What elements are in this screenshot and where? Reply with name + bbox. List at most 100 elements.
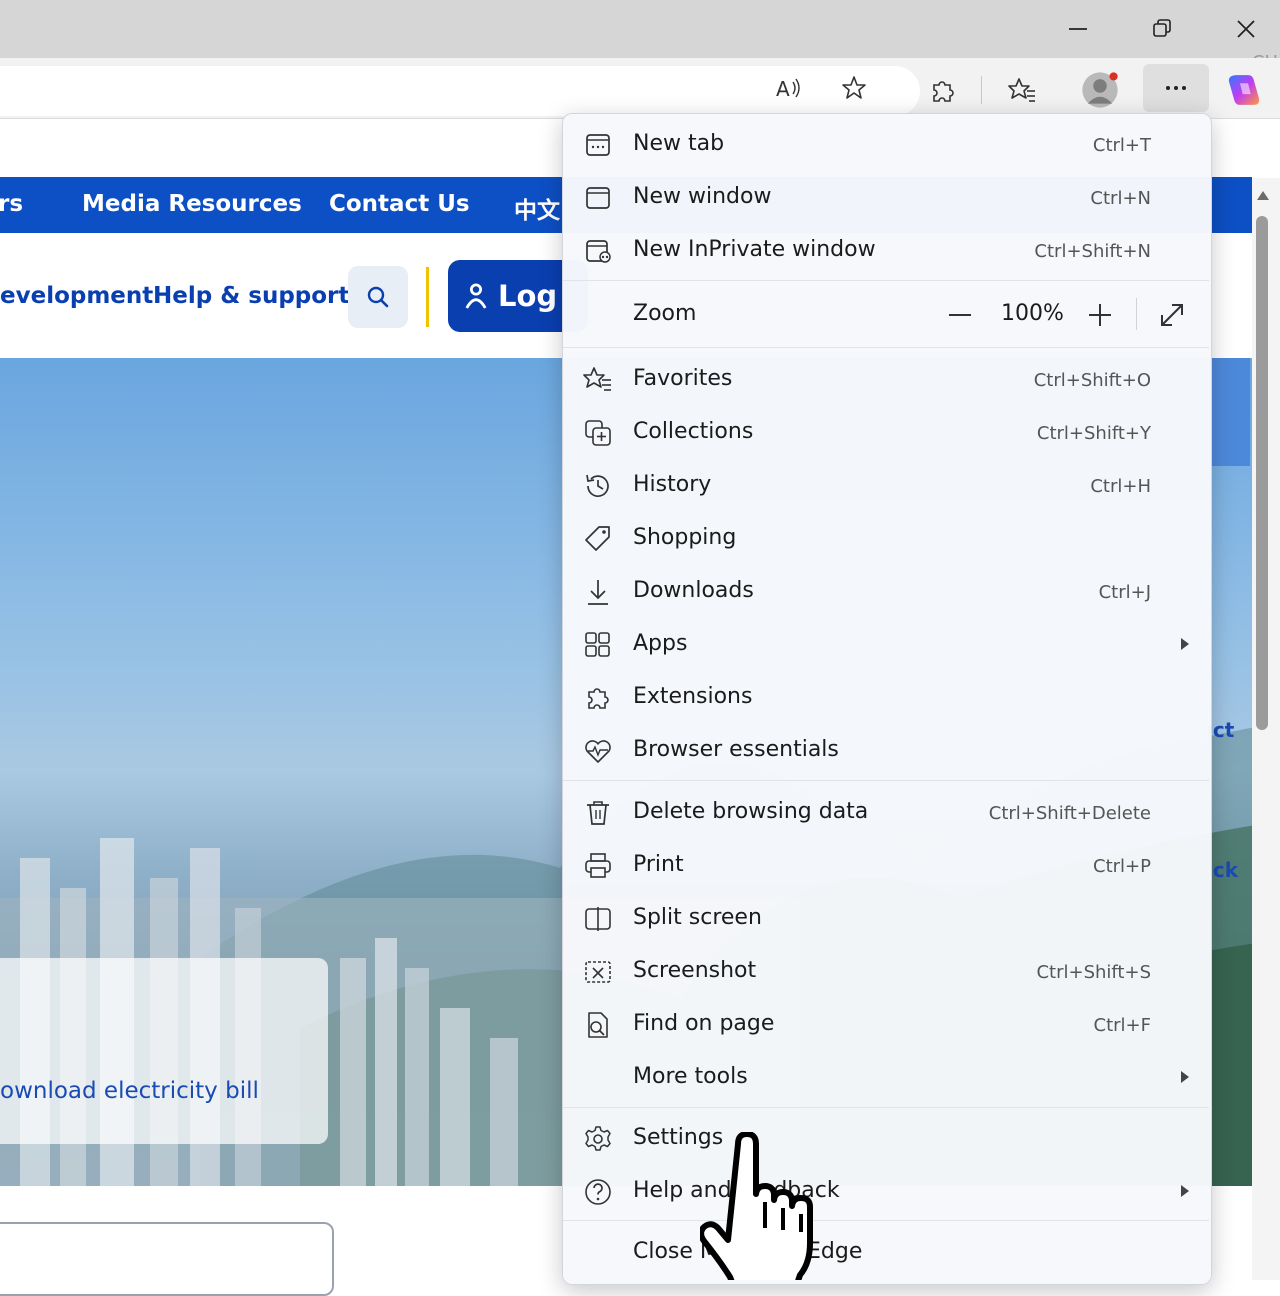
apps-icon [583, 630, 613, 660]
browser-toolbar: A [0, 58, 1280, 119]
menu-item-new-window[interactable]: New window Ctrl+N [563, 171, 1209, 223]
favorite-star-icon [842, 76, 866, 99]
screenshot-icon [583, 957, 613, 987]
zoom-separator [1136, 298, 1137, 330]
menu-separator [563, 780, 1209, 781]
scrollbar-thumb[interactable] [1256, 216, 1268, 730]
menu-item-screenshot[interactable]: Screenshot Ctrl+Shift+S [563, 945, 1209, 997]
heart-pulse-icon [583, 736, 613, 766]
menu-item-apps[interactable]: Apps [563, 618, 1209, 670]
extensions-icon [933, 81, 954, 102]
zoom-out-icon[interactable] [945, 300, 975, 330]
menu-item-new-inprivate-window[interactable]: New InPrivate window Ctrl+Shift+N [563, 224, 1209, 276]
copilot-button[interactable] [1222, 68, 1266, 112]
sub-nav-link-help-support[interactable]: Help & support [153, 283, 349, 309]
inprivate-window-icon [583, 236, 613, 266]
zoom-in-icon[interactable] [1085, 300, 1115, 330]
menu-item-shortcut: Ctrl+H [1090, 476, 1151, 497]
menu-item-delete-browsing-data[interactable]: Delete browsing data Ctrl+Shift+Delete [563, 786, 1209, 838]
menu-item-label: New tab [633, 131, 725, 156]
side-panel-header [1210, 358, 1250, 466]
nav-divider [426, 267, 429, 327]
collections-icon [583, 418, 613, 448]
menu-item-label: Apps [633, 631, 688, 656]
restore-icon [1153, 19, 1171, 37]
sub-nav-link-development[interactable]: evelopment [0, 283, 153, 309]
menu-item-label: Print [633, 852, 684, 877]
trash-icon [583, 798, 613, 828]
menu-separator [563, 1220, 1209, 1221]
nav-link-contact-us[interactable]: Contact Us [329, 191, 470, 217]
svg-text:A: A [776, 77, 790, 101]
menu-item-shortcut: Ctrl+Shift+Y [1036, 423, 1151, 444]
quick-link-card: ownload electricity bill [0, 958, 328, 1144]
menu-item-collections[interactable]: Collections Ctrl+Shift+Y [563, 406, 1209, 458]
title-bar [0, 0, 1280, 58]
close-window-button[interactable] [1204, 0, 1280, 58]
extensions-icon [583, 683, 613, 713]
menu-separator [563, 1107, 1209, 1108]
menu-item-shortcut: Ctrl+Shift+Delete [988, 803, 1151, 824]
add-favorite-button[interactable] [832, 66, 876, 110]
menu-item-help-and-feedback[interactable]: Help and feedback [563, 1165, 1209, 1217]
zoom-label: Zoom [633, 301, 697, 326]
menu-item-extensions[interactable]: Extensions [563, 671, 1209, 723]
submenu-arrow-icon [1181, 1071, 1189, 1083]
menu-item-label: Browser essentials [633, 737, 839, 762]
profile-button[interactable] [1078, 68, 1122, 112]
download-icon [583, 577, 613, 607]
menu-item-new-tab[interactable]: New tab Ctrl+T [563, 118, 1209, 170]
menu-separator [563, 347, 1209, 348]
menu-item-label: Collections [633, 419, 754, 444]
menu-item-label: Split screen [633, 905, 762, 930]
menu-item-shopping[interactable]: Shopping [563, 512, 1209, 564]
search-icon [367, 286, 389, 308]
extensions-button[interactable] [920, 68, 964, 112]
menu-item-label: Delete browsing data [633, 799, 869, 824]
profile-avatar [1082, 72, 1118, 108]
hand-pointer-cursor-icon [700, 1132, 813, 1280]
scroll-up-arrow-icon[interactable] [1255, 188, 1271, 204]
page-input-box[interactable] [0, 1222, 334, 1296]
favorites-icon [583, 365, 613, 395]
zoom-level: 100% [1001, 301, 1064, 326]
menu-item-label: Extensions [633, 684, 753, 709]
settings-and-more-button[interactable] [1143, 64, 1209, 112]
full-screen-icon[interactable] [1157, 300, 1187, 330]
nav-link[interactable]: rs [0, 191, 23, 217]
more-icon [1166, 86, 1186, 90]
menu-item-find-on-page[interactable]: Find on page Ctrl+F [563, 998, 1209, 1050]
menu-item-favorites[interactable]: Favorites Ctrl+Shift+O [563, 353, 1209, 405]
new-tab-icon [583, 130, 613, 160]
nav-link-media-resources[interactable]: Media Resources [82, 191, 302, 217]
menu-separator [563, 280, 1209, 281]
printer-icon [583, 851, 613, 881]
settings-and-more-menu: New tab Ctrl+T New window Ctrl+N New InP… [562, 113, 1212, 1285]
submenu-arrow-icon [1181, 638, 1189, 650]
menu-item-history[interactable]: History Ctrl+H [563, 459, 1209, 511]
user-icon [465, 283, 487, 309]
menu-item-downloads[interactable]: Downloads Ctrl+J [563, 565, 1209, 617]
login-label: Log [498, 279, 558, 313]
read-aloud-button[interactable]: A [766, 66, 810, 110]
split-screen-icon [583, 904, 613, 934]
menu-item-browser-essentials[interactable]: Browser essentials [563, 724, 1209, 776]
menu-item-zoom: Zoom 100% [563, 288, 1209, 340]
restore-button[interactable] [1120, 0, 1204, 58]
toolbar-separator [981, 76, 982, 104]
menu-item-print[interactable]: Print Ctrl+P [563, 839, 1209, 891]
download-bill-link[interactable]: ownload electricity bill [0, 1078, 259, 1104]
nav-link-chinese[interactable]: 中文 [514, 191, 560, 225]
favorites-button[interactable] [1000, 68, 1044, 112]
menu-item-label: History [633, 472, 712, 497]
menu-item-close-edge[interactable]: Close Microsoft Edge [563, 1226, 1209, 1278]
menu-item-more-tools[interactable]: More tools [563, 1051, 1209, 1103]
minimize-button[interactable] [1036, 0, 1120, 58]
address-bar[interactable]: A [0, 66, 920, 116]
favorites-icon [1008, 78, 1035, 102]
menu-item-split-screen[interactable]: Split screen [563, 892, 1209, 944]
menu-item-shortcut: Ctrl+N [1090, 188, 1151, 209]
site-search-button[interactable] [348, 266, 408, 328]
menu-item-label: Favorites [633, 366, 733, 391]
menu-item-settings[interactable]: Settings [563, 1112, 1209, 1164]
